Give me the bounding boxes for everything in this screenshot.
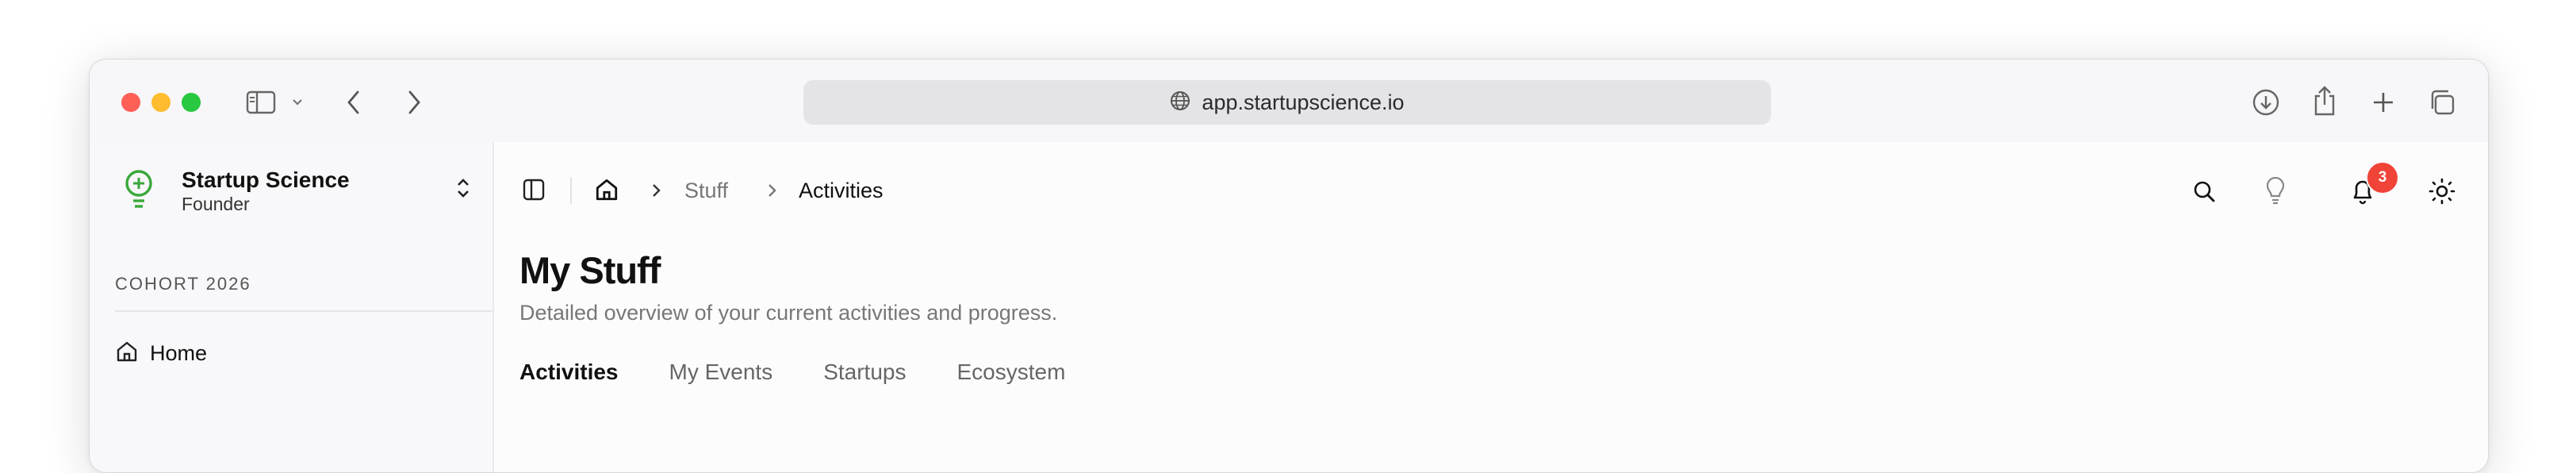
- address-bar[interactable]: app.startupscience.io: [803, 80, 1771, 125]
- panel-toggle-icon[interactable]: [519, 175, 548, 204]
- chevron-down-icon[interactable]: [289, 94, 305, 110]
- lightbulb-icon[interactable]: [2261, 175, 2290, 207]
- browser-toolbar: app.startupscience.io: [90, 60, 2488, 142]
- tab-bar: Activities My Events Startups Ecosystem: [519, 360, 1116, 385]
- page-subtitle: Detailed overview of your current activi…: [519, 301, 1058, 325]
- close-window-button[interactable]: [121, 93, 140, 112]
- download-icon[interactable]: [2250, 87, 2282, 118]
- tab-ecosystem[interactable]: Ecosystem: [956, 360, 1065, 385]
- search-icon[interactable]: [2190, 177, 2218, 206]
- new-tab-plus-icon[interactable]: [2369, 88, 2398, 117]
- tab-my-events[interactable]: My Events: [669, 360, 773, 385]
- brand-role: Founder: [182, 194, 250, 214]
- workspace-switcher[interactable]: Startup Science Founder: [121, 164, 473, 214]
- home-icon[interactable]: [592, 175, 621, 204]
- top-bar: Stuff Activities 3: [494, 161, 2488, 212]
- back-arrow-icon[interactable]: [342, 87, 366, 118]
- tab-overview-icon[interactable]: [2426, 87, 2458, 118]
- tab-activities[interactable]: Activities: [519, 360, 619, 385]
- sidebar-item-home[interactable]: Home: [115, 337, 207, 369]
- sidebar: Startup Science Founder COHORT 2026 Home: [90, 142, 494, 472]
- breadcrumb-current: Activities: [799, 179, 884, 202]
- tab-startups[interactable]: Startups: [823, 360, 906, 385]
- brand-name: Startup Science: [182, 167, 350, 192]
- sun-icon[interactable]: [2426, 175, 2458, 207]
- browser-window: app.startupscience.io Startup Science Fo…: [89, 59, 2489, 473]
- home-icon: [115, 340, 139, 367]
- url-text: app.startupscience.io: [1202, 90, 1405, 114]
- chevron-up-down-icon: [454, 175, 472, 205]
- page-title: My Stuff: [519, 249, 661, 291]
- minimize-window-button[interactable]: [151, 93, 171, 112]
- chevron-right-icon: [765, 182, 780, 199]
- cohort-section-label: COHORT 2026: [115, 274, 251, 294]
- sidebar-toggle-icon[interactable]: [243, 88, 278, 117]
- breadcrumb-link[interactable]: Stuff: [684, 179, 728, 203]
- share-icon[interactable]: [2309, 83, 2340, 118]
- sidebar-item-label: Home: [150, 340, 208, 365]
- divider: [115, 310, 493, 312]
- globe-icon: [1170, 90, 1190, 115]
- divider: [570, 177, 572, 204]
- main-content: Stuff Activities 3 My Stuff Detailed ove…: [494, 142, 2488, 472]
- chevron-right-icon: [650, 182, 664, 199]
- notification-badge: 3: [2366, 161, 2399, 194]
- forward-arrow-icon[interactable]: [402, 87, 426, 118]
- startup-science-logo-icon: [121, 167, 156, 214]
- zoom-window-button[interactable]: [182, 93, 201, 112]
